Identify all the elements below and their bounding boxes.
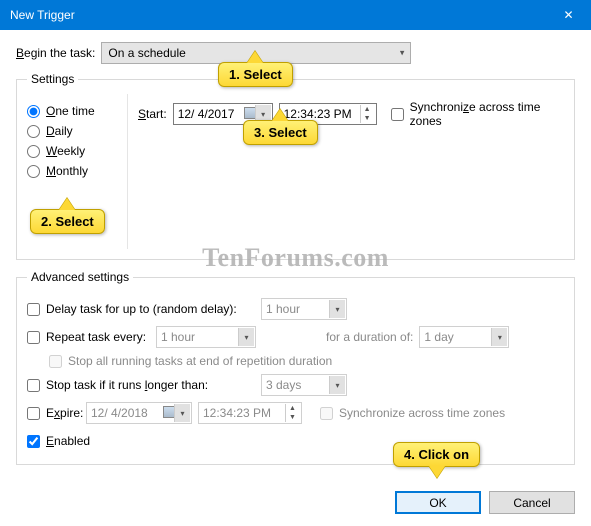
start-time-value: 12:34:23 PM <box>284 107 352 121</box>
window-title: New Trigger <box>10 8 75 22</box>
expire-sync-label: Synchronize across time zones <box>339 406 505 420</box>
stop-longer-checkbox[interactable] <box>27 379 40 392</box>
expire-time-value: 12:34:23 PM <box>203 406 271 420</box>
spin-down-icon[interactable]: ▼ <box>360 114 374 123</box>
advanced-group: Advanced settings Delay task for up to (… <box>16 270 575 465</box>
spin-down-icon: ▼ <box>285 413 299 422</box>
stop-longer-value: 3 days <box>266 378 301 392</box>
settings-legend: Settings <box>27 72 78 86</box>
annotation-4: 4. Click on <box>393 442 480 467</box>
chevron-down-icon: ▾ <box>329 300 345 318</box>
annotation-3: 3. Select <box>243 120 318 145</box>
expire-label: Expire: <box>46 406 86 420</box>
expire-date-value: 12/ 4/2018 <box>91 406 148 420</box>
close-icon: ✕ <box>563 8 573 22</box>
advanced-legend: Advanced settings <box>27 270 133 284</box>
delay-value: 1 hour <box>266 302 300 316</box>
stop-all-row: Stop all running tasks at end of repetit… <box>49 354 564 368</box>
radio-daily[interactable]: Daily <box>27 124 127 138</box>
chevron-down-icon: ▾ <box>329 376 345 394</box>
sync-timezone-checkbox[interactable]: Synchronize across time zones <box>391 100 564 128</box>
time-spinner: ▲▼ <box>285 404 299 422</box>
repeat-dropdown[interactable]: 1 hour ▾ <box>156 326 256 348</box>
delay-dropdown[interactable]: 1 hour ▾ <box>261 298 347 320</box>
duration-dropdown[interactable]: 1 day ▾ <box>419 326 509 348</box>
begin-task-label: Begin the task: <box>16 46 95 60</box>
annotation-2: 2. Select <box>30 209 105 234</box>
repeat-row: Repeat task every: 1 hour ▾ for a durati… <box>27 326 564 348</box>
close-button[interactable]: ✕ <box>546 0 591 30</box>
time-spinner[interactable]: ▲▼ <box>360 105 374 123</box>
repeat-label: Repeat task every: <box>46 330 156 344</box>
duration-label: for a duration of: <box>326 330 413 344</box>
expire-sync-checkbox: Synchronize across time zones <box>320 406 505 420</box>
stop-longer-dropdown[interactable]: 3 days ▾ <box>261 374 347 396</box>
cancel-button[interactable]: Cancel <box>489 491 575 514</box>
expire-checkbox[interactable] <box>27 407 40 420</box>
radio-monthly[interactable]: Monthly <box>27 164 127 178</box>
sync-timezone-label: Synchronize across time zones <box>410 100 564 128</box>
enabled-label: Enabled <box>46 434 90 448</box>
enabled-row: Enabled <box>27 434 564 448</box>
button-bar: OK Cancel <box>0 485 591 526</box>
repeat-value: 1 hour <box>161 330 195 344</box>
delay-row: Delay task for up to (random delay): 1 h… <box>27 298 564 320</box>
chevron-down-icon: ▾ <box>238 328 254 346</box>
spin-up-icon[interactable]: ▲ <box>360 105 374 114</box>
repeat-checkbox[interactable] <box>27 331 40 344</box>
start-label: Start: <box>138 107 167 121</box>
expire-date-picker[interactable]: 12/ 4/2018 ▾ <box>86 402 192 424</box>
stop-all-checkbox <box>49 355 62 368</box>
enabled-checkbox[interactable] <box>27 435 40 448</box>
stop-all-label: Stop all running tasks at end of repetit… <box>68 354 332 368</box>
ok-button[interactable]: OK <box>395 491 481 514</box>
delay-label: Delay task for up to (random delay): <box>46 302 261 316</box>
start-date-value: 12/ 4/2017 <box>178 107 235 121</box>
radio-one-time[interactable]: One time <box>27 104 127 118</box>
chevron-down-icon: ▾ <box>491 328 507 346</box>
expire-time-picker[interactable]: 12:34:23 PM ▲▼ <box>198 402 302 424</box>
dialog-content: Begin the task: On a schedule ▾ Settings… <box>0 30 591 485</box>
titlebar: New Trigger ✕ <box>0 0 591 30</box>
stop-longer-row: Stop task if it runs longer than: 3 days… <box>27 374 564 396</box>
stop-longer-label: Stop task if it runs longer than: <box>46 378 261 392</box>
annotation-1: 1. Select <box>218 62 293 87</box>
duration-value: 1 day <box>424 330 453 344</box>
begin-task-value: On a schedule <box>108 46 185 60</box>
start-panel: Start: 12/ 4/2017 ▾ 12:34:23 PM ▲▼ Synch… <box>127 94 564 249</box>
delay-checkbox[interactable] <box>27 303 40 316</box>
begin-task-row: Begin the task: On a schedule ▾ <box>16 42 575 64</box>
chevron-down-icon: ▾ <box>400 48 405 59</box>
chevron-down-icon: ▾ <box>174 404 190 422</box>
radio-weekly[interactable]: Weekly <box>27 144 127 158</box>
expire-row: Expire: 12/ 4/2018 ▾ 12:34:23 PM ▲▼ Sync… <box>27 402 564 424</box>
spin-up-icon: ▲ <box>285 404 299 413</box>
